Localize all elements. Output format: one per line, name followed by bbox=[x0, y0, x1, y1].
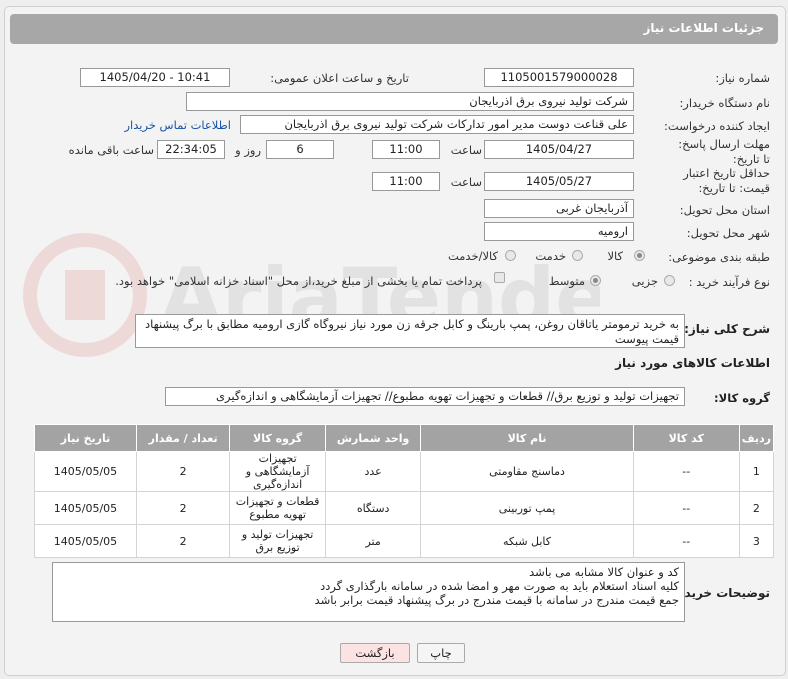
cell-item-name: دماسنج مقاومتی bbox=[420, 451, 634, 492]
category-label: طبقه بندی موضوعی: bbox=[668, 250, 770, 264]
cell-row-no: 1 bbox=[738, 451, 775, 492]
buyer-contact-link[interactable]: اطلاعات تماس خریدار bbox=[124, 118, 231, 132]
price-validity-time-label: ساعت bbox=[450, 175, 482, 189]
treasury-payment-note: پرداخت تمام یا بخشی از مبلغ خرید،از محل … bbox=[115, 274, 482, 288]
buyer-notes-line: جمع قیمت مندرج در سامانه با قیمت مندرج د… bbox=[314, 593, 679, 607]
remaining-days-label: روز و bbox=[235, 143, 261, 157]
buyer-notes-field: کد و عنوان کالا مشابه می باشد کلیه اسناد… bbox=[52, 562, 685, 622]
requester-label: ایجاد کننده درخواست: bbox=[664, 119, 770, 133]
col-group: گروه کالا bbox=[229, 424, 326, 452]
cell-item-code: -- bbox=[632, 491, 740, 525]
delivery-city-label: شهر محل تحویل: bbox=[686, 226, 770, 240]
cell-unit: متر bbox=[324, 524, 422, 558]
cell-unit: عدد bbox=[324, 451, 422, 492]
col-unit: واحد شمارش bbox=[324, 424, 422, 452]
cell-group: تجهیزات تولید و توزیع برق bbox=[229, 524, 326, 558]
cell-need-date: 1405/05/05 bbox=[34, 491, 137, 525]
remaining-time-label: ساعت باقی مانده bbox=[68, 143, 154, 157]
cell-unit: دستگاه bbox=[324, 491, 422, 525]
delivery-province-field: آذربایجان غربی bbox=[484, 199, 634, 218]
category-goods-radio[interactable] bbox=[634, 250, 645, 261]
table-row: 2 -- پمپ توربینی دستگاه قطعات و تجهیزات … bbox=[34, 491, 775, 525]
print-button[interactable]: چاپ bbox=[417, 643, 465, 663]
cell-item-code: -- bbox=[632, 524, 740, 558]
reply-deadline-label: مهلت ارسال پاسخ: تا تاریخ: bbox=[678, 137, 770, 166]
col-quantity: تعداد / مقدار bbox=[135, 424, 231, 452]
need-number-field: 1105001579000028 bbox=[484, 68, 634, 87]
buyer-notes-line: کلیه اسناد استعلام باید به صورت مهر و ام… bbox=[320, 579, 679, 593]
table-row: 3 -- کابل شبکه متر تجهیزات تولید و توزیع… bbox=[34, 524, 775, 558]
col-row-no: ردیف bbox=[738, 424, 775, 452]
requester-field: علی قناعت دوست مدیر امور تدارکات شرکت تو… bbox=[240, 115, 634, 134]
category-service-label: خدمت bbox=[535, 249, 566, 263]
cell-item-name: پمپ توربینی bbox=[420, 491, 634, 525]
page-header: جزئیات اطلاعات نیاز bbox=[10, 14, 778, 44]
buyer-org-label: نام دستگاه خریدار: bbox=[679, 96, 770, 110]
cell-row-no: 2 bbox=[738, 491, 775, 525]
goods-table: ردیف کد کالا نام کالا واحد شمارش گروه کا… bbox=[34, 424, 775, 558]
cell-quantity: 2 bbox=[135, 491, 231, 525]
process-medium-label: متوسط bbox=[548, 274, 585, 288]
col-item-code: کد کالا bbox=[632, 424, 740, 452]
announce-datetime-label: تاریخ و ساعت اعلان عمومی: bbox=[270, 71, 409, 85]
reply-deadline-time: 11:00 bbox=[372, 140, 440, 159]
cell-group: تجهیزات آزمایشگاهی و اندازه‌گیری bbox=[229, 451, 326, 492]
buyer-notes-line: کد و عنوان کالا مشابه می باشد bbox=[529, 565, 679, 579]
cell-group: قطعات و تجهیزات تهویه مطبوع bbox=[229, 491, 326, 525]
cell-need-date: 1405/05/05 bbox=[34, 451, 137, 492]
buyer-org-field: شرکت تولید نیروی برق اذربایجان bbox=[186, 92, 634, 111]
price-validity-label: حداقل تاریخ اعتبار قیمت: تا تاریخ: bbox=[683, 166, 770, 195]
col-item-name: نام کالا bbox=[420, 424, 634, 452]
announce-datetime-field: 1405/04/20 - 10:41 bbox=[80, 68, 230, 87]
cell-item-name: کابل شبکه bbox=[420, 524, 634, 558]
category-goods-service-radio[interactable] bbox=[505, 250, 516, 261]
cell-row-no: 3 bbox=[738, 524, 775, 558]
treasury-payment-checkbox[interactable] bbox=[494, 272, 505, 283]
process-type-label: نوع فرآیند خرید : bbox=[688, 275, 770, 289]
process-medium-radio[interactable] bbox=[590, 275, 601, 286]
back-button[interactable]: بازگشت bbox=[340, 643, 410, 663]
reply-deadline-date: 1405/04/27 bbox=[484, 140, 634, 159]
cell-quantity: 2 bbox=[135, 524, 231, 558]
category-goods-service-label: کالا/خدمت bbox=[447, 249, 498, 263]
remaining-days-field: 6 bbox=[266, 140, 334, 159]
process-minor-label: جزیی bbox=[631, 274, 658, 288]
category-service-radio[interactable] bbox=[572, 250, 583, 261]
cell-quantity: 2 bbox=[135, 451, 231, 492]
goods-group-label: گروه کالا: bbox=[714, 391, 770, 405]
goods-section-title: اطلاعات کالاهای مورد نیاز bbox=[615, 356, 770, 370]
reply-deadline-time-label: ساعت bbox=[450, 143, 482, 157]
category-goods-label: کالا bbox=[607, 249, 623, 263]
description-label: شرح کلی نیاز: bbox=[684, 322, 770, 336]
delivery-province-label: استان محل تحویل: bbox=[679, 203, 770, 217]
price-validity-date: 1405/05/27 bbox=[484, 172, 634, 191]
price-validity-time: 11:00 bbox=[372, 172, 440, 191]
table-row: 1 -- دماسنج مقاومتی عدد تجهیزات آزمایشگا… bbox=[34, 451, 775, 492]
cell-need-date: 1405/05/05 bbox=[34, 524, 137, 558]
cell-item-code: -- bbox=[632, 451, 740, 492]
remaining-time-field: 22:34:05 bbox=[157, 140, 225, 159]
table-header-row: ردیف کد کالا نام کالا واحد شمارش گروه کا… bbox=[34, 424, 775, 452]
description-field: به خرید ترمومتر یاتاقان روغن، پمپ بارینگ… bbox=[135, 314, 685, 348]
need-number-label: شماره نیاز: bbox=[715, 71, 770, 85]
goods-group-field: تجهیزات تولید و توزیع برق// قطعات و تجهی… bbox=[165, 387, 685, 406]
col-need-date: تاریخ نیاز bbox=[34, 424, 137, 452]
process-minor-radio[interactable] bbox=[664, 275, 675, 286]
delivery-city-field: ارومیه bbox=[484, 222, 634, 241]
page-title: جزئیات اطلاعات نیاز bbox=[643, 21, 764, 35]
